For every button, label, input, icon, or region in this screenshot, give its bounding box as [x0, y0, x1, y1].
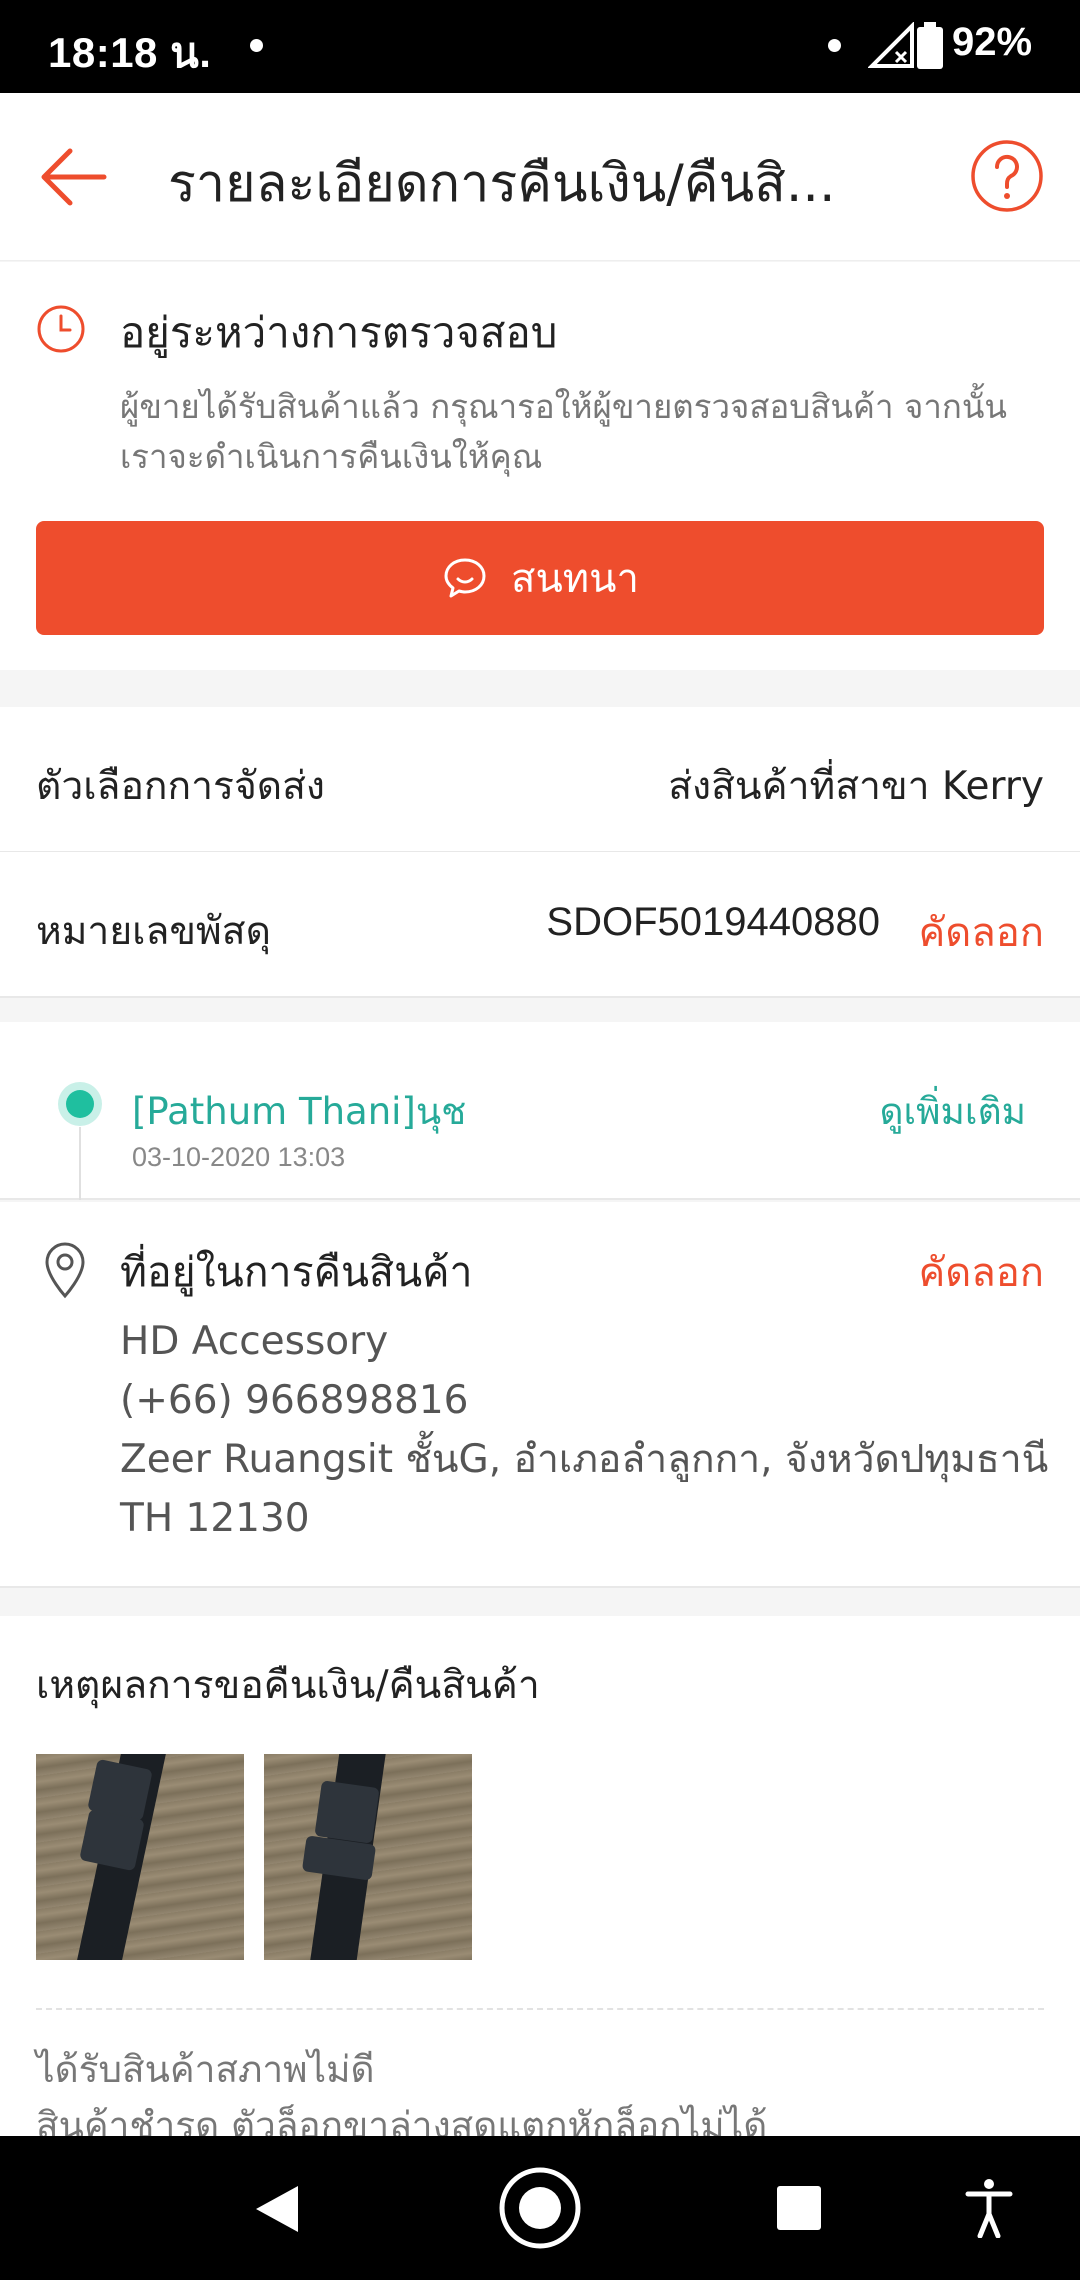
address-phone: (+66) 966898816	[120, 1378, 469, 1423]
shipping-option-label: ตัวเลือกการจัดส่ง	[36, 764, 325, 809]
status-description: ผู้ขายได้รับสินค้าแล้ว กรุณารอให้ผู้ขายต…	[120, 387, 1007, 476]
tracking-number-value: SDOF5019440880	[546, 900, 880, 944]
accessibility-icon[interactable]	[965, 2178, 1013, 2238]
tracking-event-time: 03-10-2020 13:03	[132, 1142, 346, 1172]
copy-tracking-button[interactable]: คัดลอก	[919, 900, 1045, 964]
clock-icon	[37, 305, 85, 353]
chat-button-label: สนทนา	[511, 556, 639, 602]
battery-percent: 92%	[952, 20, 1033, 64]
status-time: 18:18 น.	[48, 29, 212, 76]
reason-line: ได้รับสินค้าสภาพไม่ดี	[36, 2048, 375, 2091]
timeline-dot-core	[66, 1090, 94, 1118]
notification-dot-icon	[250, 39, 263, 52]
chat-button[interactable]: สนทนา	[36, 521, 1044, 635]
page-title: รายละเอียดการคืนเงิน/คืนสิ...	[168, 154, 836, 214]
shipping-option-value: ส่งสินค้าที่สาขา Kerry	[668, 764, 1044, 809]
system-nav-bar	[0, 2136, 1080, 2280]
nav-home-icon[interactable]	[498, 2166, 582, 2250]
return-status-card: อยู่ระหว่างการตรวจสอบ ผู้ขายได้รับสินค้า…	[0, 262, 1080, 670]
tracking-number-label: หมายเลขพัสดุ	[36, 909, 271, 954]
see-more-link[interactable]: ดูเพิ่มเติม	[879, 1082, 1026, 1141]
tracking-event[interactable]: [Pathum Thani]นุช 03-10-2020 13:03 ดูเพิ…	[0, 1022, 1080, 1200]
evidence-photo[interactable]	[36, 1754, 244, 1960]
location-pin-icon	[45, 1242, 85, 1299]
back-arrow-icon[interactable]	[36, 145, 108, 209]
return-address-card: ที่อยู่ในการคืนสินค้า คัดลอก HD Accessor…	[0, 1202, 1080, 1588]
tracking-event-text: [Pathum Thani]นุช	[132, 1090, 467, 1133]
battery-icon	[917, 22, 943, 69]
address-name: HD Accessory	[120, 1319, 389, 1364]
address-line-2: TH 12130	[120, 1496, 310, 1541]
app-header: รายละเอียดการคืนเงิน/คืนสิ...	[0, 93, 1080, 261]
return-address-title: ที่อยู่ในการคืนสินค้า	[120, 1248, 473, 1296]
return-reason-card: เหตุผลการขอคืนเงิน/คืนสินค้า ได้รับสินค้…	[0, 1616, 1080, 2147]
address-line-1: Zeer Ruangsit ชั้นG, อำเภอลำลูกกา, จังหว…	[120, 1437, 1049, 1482]
notification-dot-icon	[828, 39, 841, 52]
chat-icon	[444, 558, 486, 598]
divider	[36, 2008, 1044, 2010]
shipping-option-row: ตัวเลือกการจัดส่ง ส่งสินค้าที่สาขา Kerry	[0, 707, 1080, 853]
help-icon[interactable]	[970, 139, 1044, 213]
nav-recents-icon[interactable]	[775, 2184, 823, 2232]
no-signal-icon	[868, 22, 914, 68]
return-reason-title: เหตุผลการขอคืนเงิน/คืนสินค้า	[36, 1663, 540, 1708]
status-title: อยู่ระหว่างการตรวจสอบ	[120, 308, 558, 357]
copy-address-button[interactable]: คัดลอก	[919, 1240, 1045, 1304]
status-bar: 18:18 น. 92%	[0, 0, 1080, 93]
evidence-photo[interactable]	[264, 1754, 472, 1960]
timeline-line	[79, 1127, 81, 1200]
return-address-lines: HD Accessory (+66) 966898816 Zeer Ruangs…	[120, 1312, 1050, 1548]
nav-back-icon[interactable]	[252, 2182, 302, 2236]
tracking-number-row: หมายเลขพัสดุ SDOF5019440880 คัดลอก	[0, 852, 1080, 998]
